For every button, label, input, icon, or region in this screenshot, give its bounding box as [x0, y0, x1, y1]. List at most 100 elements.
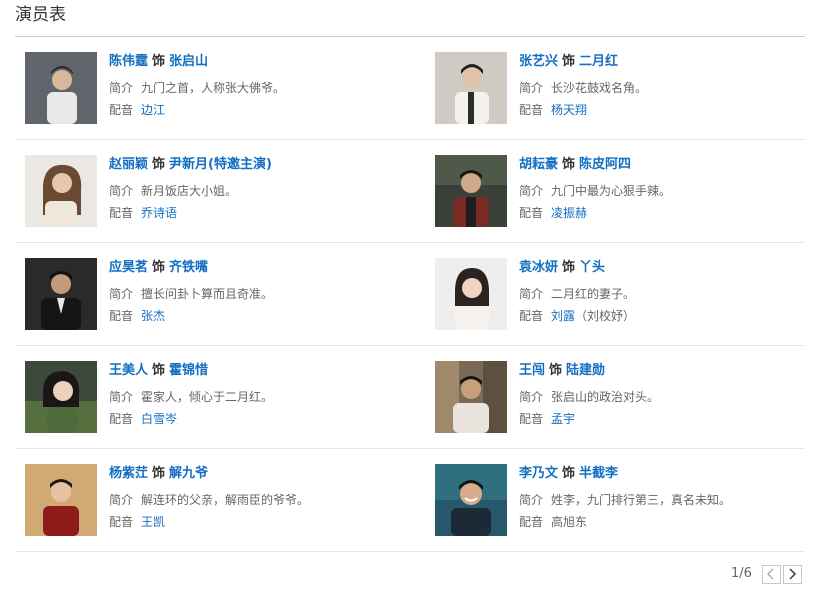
actor-name-link[interactable]: 应昊茗 [109, 260, 148, 275]
actor-photo[interactable] [435, 361, 507, 433]
row-divider [15, 242, 805, 243]
actor-photo[interactable] [25, 155, 97, 227]
intro-text: 擅长问卦卜算而且奇准。 [141, 287, 274, 301]
actor-photo[interactable] [435, 155, 507, 227]
as-word: 饰 [152, 260, 166, 275]
pagination: 1/6 [731, 563, 802, 585]
chevron-left-icon [767, 568, 774, 580]
as-word: 饰 [152, 466, 166, 481]
cast-card: 应昊茗饰齐铁嘴 简介 擅长问卦卜算而且奇准。 配音 张杰 [25, 258, 385, 334]
as-word: 饰 [152, 363, 166, 378]
cast-card: 杨紫茳饰解九爷 简介 解连环的父亲，解雨臣的爷爷。 配音 王凯 [25, 464, 385, 540]
intro-text: 霍家人，倾心于二月红。 [141, 390, 274, 404]
voice-actor-link[interactable]: 杨天翔 [551, 103, 587, 117]
cast-card: 袁冰妍饰丫头 简介 二月红的妻子。 配音 刘露（刘校妤） [435, 258, 795, 334]
as-word: 饰 [562, 260, 576, 275]
intro-text: 二月红的妻子。 [551, 287, 636, 301]
cast-card: 陈伟霆饰张启山 简介 九门之首，人称张大佛爷。 配音 边江 [25, 52, 385, 128]
role-name-link[interactable]: 齐铁嘴 [169, 260, 208, 275]
role-name-link[interactable]: 霍锦惜 [169, 363, 208, 378]
intro-label: 简介 [109, 390, 134, 404]
intro-text: 新月饭店大小姐。 [141, 184, 238, 198]
cast-section-title: 演员表 [15, 5, 66, 25]
voice-actor-link[interactable]: 王凯 [141, 515, 165, 529]
actor-name-link[interactable]: 袁冰妍 [519, 260, 558, 275]
intro-text: 长沙花鼓戏名角。 [551, 81, 648, 95]
actor-photo[interactable] [25, 464, 97, 536]
voice-actor-link[interactable]: 边江 [141, 103, 165, 117]
row-divider [15, 345, 805, 346]
actor-photo[interactable] [25, 361, 97, 433]
chevron-right-icon [789, 568, 797, 580]
page-indicator: 1/6 [731, 566, 752, 581]
actor-photo[interactable] [25, 258, 97, 330]
voice-actor-link[interactable]: 张杰 [141, 309, 165, 323]
prev-page-button[interactable] [761, 564, 781, 584]
actor-photo[interactable] [435, 464, 507, 536]
voice-label: 配音 [519, 515, 544, 529]
intro-text: 张启山的政治对头。 [551, 390, 660, 404]
voice-actor-link[interactable]: 孟宇 [551, 412, 575, 426]
actor-photo[interactable] [435, 52, 507, 124]
intro-text: 九门中最为心狠手辣。 [551, 184, 672, 198]
role-name-link[interactable]: 丫头 [579, 260, 605, 275]
intro-label: 简介 [109, 287, 134, 301]
intro-text: 解连环的父亲，解雨臣的爷爷。 [141, 493, 310, 507]
actor-name-link[interactable]: 杨紫茳 [109, 466, 148, 481]
next-page-button[interactable] [782, 564, 802, 584]
intro-label: 简介 [519, 390, 544, 404]
voice-actor-link[interactable]: 刘露 [551, 309, 575, 323]
title-divider [15, 36, 805, 37]
intro-label: 简介 [519, 81, 544, 95]
as-word: 饰 [152, 157, 166, 172]
intro-label: 简介 [109, 493, 134, 507]
actor-name-link[interactable]: 王美人 [109, 363, 148, 378]
row-divider [15, 448, 805, 449]
voice-actor-alt-name: （刘校妤） [575, 309, 636, 323]
voice-label: 配音 [519, 103, 544, 117]
intro-text: 姓李，九门排行第三，真名未知。 [551, 493, 732, 507]
actor-name-link[interactable]: 赵丽颖 [109, 157, 148, 172]
intro-label: 简介 [519, 493, 544, 507]
intro-label: 简介 [519, 287, 544, 301]
actor-name-link[interactable]: 陈伟霆 [109, 54, 148, 69]
voice-actor-link[interactable]: 凌振赫 [551, 206, 587, 220]
role-name-link[interactable]: 解九爷 [169, 466, 208, 481]
as-word: 饰 [152, 54, 166, 69]
role-name-link[interactable]: 张启山 [169, 54, 208, 69]
cast-card: 李乃文饰半截李 简介 姓李，九门排行第三，真名未知。 配音 高旭东 [435, 464, 795, 540]
voice-actor-name: 高旭东 [551, 515, 588, 529]
role-name-link[interactable]: 二月红 [579, 54, 618, 69]
actor-name-link[interactable]: 张艺兴 [519, 54, 558, 69]
intro-label: 简介 [109, 184, 134, 198]
voice-label: 配音 [109, 103, 134, 117]
cast-card: 赵丽颖饰尹新月(特邀主演) 简介 新月饭店大小姐。 配音 乔诗语 [25, 155, 385, 231]
actor-name-link[interactable]: 胡耘豪 [519, 157, 558, 172]
voice-label: 配音 [519, 206, 544, 220]
voice-label: 配音 [519, 412, 544, 426]
role-name-link[interactable]: 尹新月(特邀主演) [169, 157, 272, 172]
actor-photo[interactable] [435, 258, 507, 330]
intro-text: 九门之首，人称张大佛爷。 [141, 81, 286, 95]
intro-label: 简介 [519, 184, 544, 198]
row-divider [15, 551, 805, 552]
voice-label: 配音 [109, 206, 134, 220]
row-divider [15, 139, 805, 140]
actor-name-link[interactable]: 李乃文 [519, 466, 558, 481]
intro-label: 简介 [109, 81, 134, 95]
actor-name-link[interactable]: 王闯 [519, 363, 545, 378]
role-name-link[interactable]: 陈皮阿四 [579, 157, 631, 172]
actor-photo[interactable] [25, 52, 97, 124]
cast-card: 王美人饰霍锦惜 简介 霍家人，倾心于二月红。 配音 白雪岑 [25, 361, 385, 437]
voice-actor-link[interactable]: 乔诗语 [141, 206, 177, 220]
cast-card: 张艺兴饰二月红 简介 长沙花鼓戏名角。 配音 杨天翔 [435, 52, 795, 128]
role-name-link[interactable]: 陆建勋 [566, 363, 605, 378]
voice-label: 配音 [519, 309, 544, 323]
role-name-link[interactable]: 半截李 [579, 466, 618, 481]
cast-card: 王闯饰陆建勋 简介 张启山的政治对头。 配音 孟宇 [435, 361, 795, 437]
as-word: 饰 [562, 157, 576, 172]
voice-actor-link[interactable]: 白雪岑 [141, 412, 177, 426]
voice-label: 配音 [109, 309, 134, 323]
as-word: 饰 [562, 54, 576, 69]
voice-label: 配音 [109, 515, 134, 529]
